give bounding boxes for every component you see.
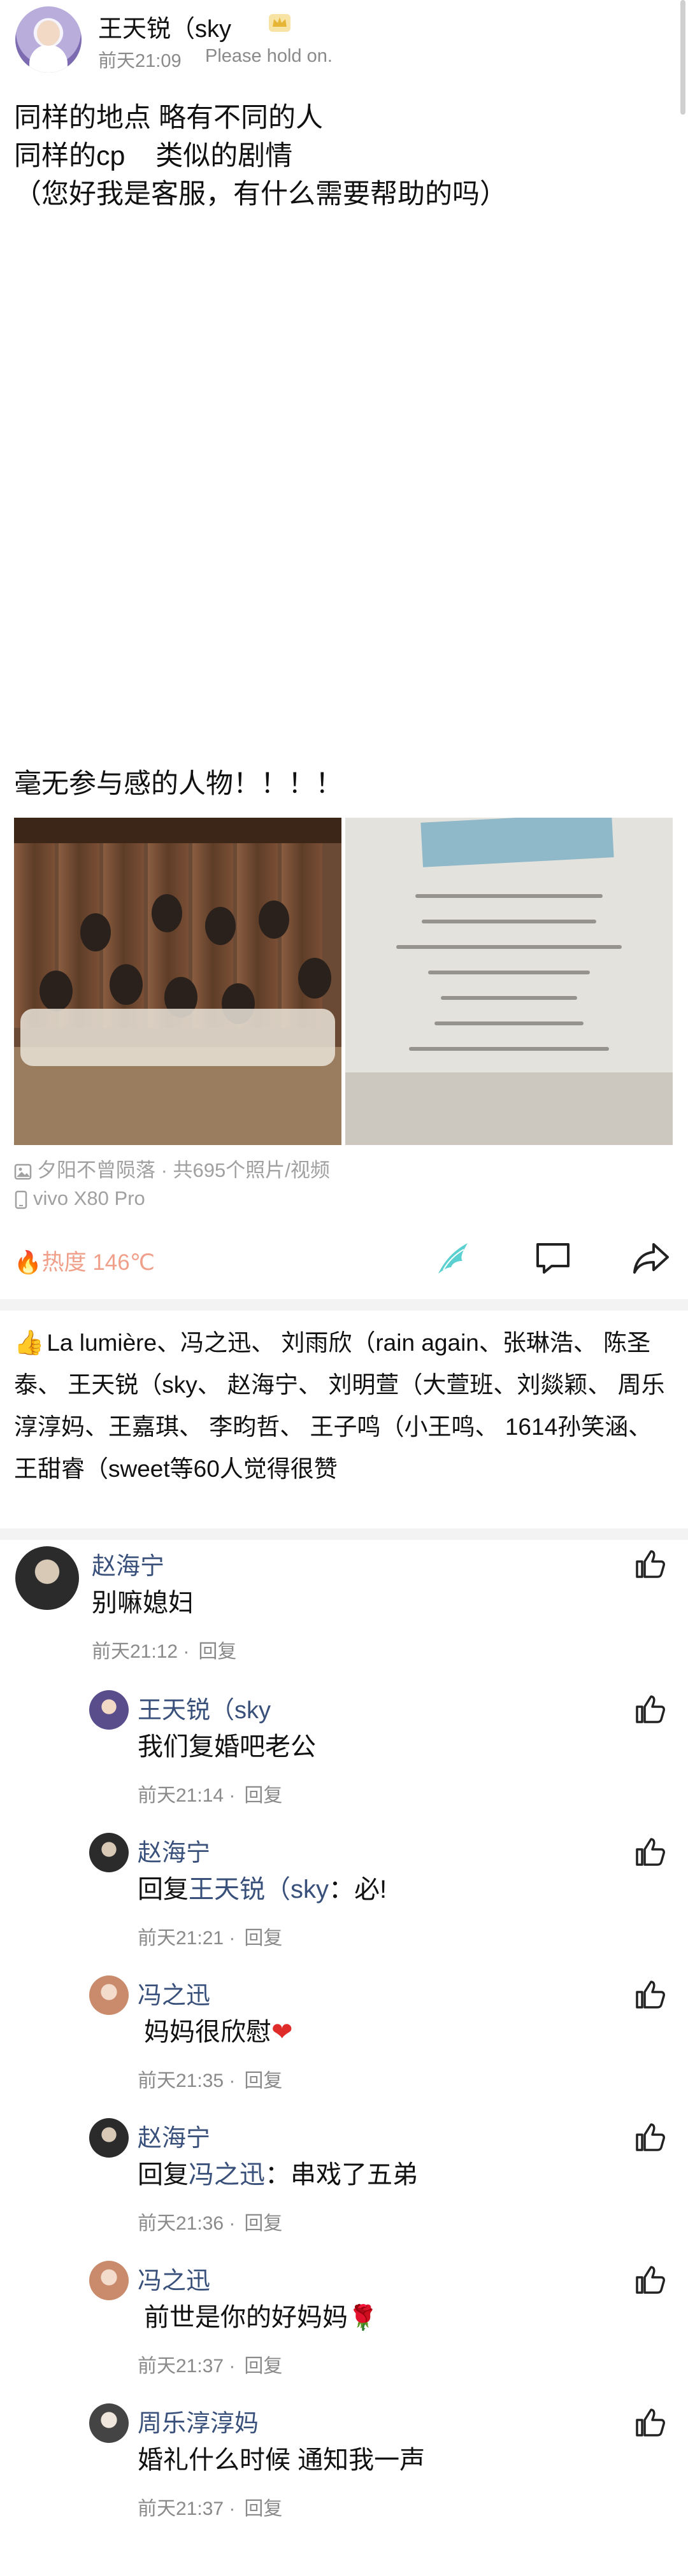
image-icon	[14, 1163, 32, 1180]
comment-body: 前世是你的好妈妈	[144, 2303, 348, 2331]
author-avatar[interactable]	[15, 6, 82, 73]
commenter-name[interactable]: 冯之迅	[138, 2261, 210, 2296]
post-photo-paper[interactable]	[345, 818, 673, 1145]
comment-text: 回复冯之迅：串戏了五弟	[138, 2154, 418, 2191]
comment-reply-item: 王天锐（sky 我们复婚吧老公 前天21:14 · 回复	[89, 1690, 678, 1811]
comment-text: 妈妈很欣慰❤	[144, 2011, 293, 2048]
like-icon[interactable]	[633, 1693, 666, 1726]
comment-body: 妈妈很欣慰	[144, 2018, 271, 2046]
reply-button[interactable]: 回复	[244, 2498, 282, 2519]
heat-text: 热度 146℃	[41, 1250, 155, 1275]
reply-body: ：必!	[329, 1875, 387, 1904]
scrollbar[interactable]	[680, 0, 685, 115]
comment-meta: 前天21:36 · 回复	[138, 2213, 283, 2234]
wing-like-icon[interactable]	[434, 1238, 475, 1279]
comment-meta: 前天21:35 · 回复	[138, 2070, 283, 2091]
commenter-avatar[interactable]	[89, 2118, 129, 2158]
post-text-line: （您好我是客服，有什么需要帮助的吗）	[14, 179, 507, 210]
reply-button[interactable]: 回复	[244, 1785, 282, 1806]
commenter-avatar[interactable]	[89, 2403, 129, 2443]
likes-text: La lumière、冯之迅、 刘雨欣（rain again、张琳浩、 陈圣泰、…	[14, 1330, 665, 1482]
section-divider	[0, 1299, 688, 1311]
post-header: 王天锐（sky 前天21:09 Please hold on.	[0, 0, 688, 83]
like-icon[interactable]	[633, 2263, 666, 2296]
comment-time: 前天21:14	[138, 1785, 224, 1806]
comment-meta: 前天21:37 · 回复	[138, 2498, 283, 2519]
post-text-line: 毫无参与感的人物！！！！	[14, 769, 343, 799]
comment-reply-item: 赵海宁 回复冯之迅：串戏了五弟 前天21:36 · 回复	[89, 2118, 678, 2239]
reply-button[interactable]: 回复	[244, 2356, 282, 2377]
comment-time: 前天21:12	[92, 1641, 178, 1662]
comment-time: 前天21:21	[138, 1928, 224, 1949]
thumbs-up-icon: 👍	[14, 1330, 45, 1356]
heart-emoji-icon: ❤	[271, 2018, 293, 2046]
commenter-avatar[interactable]	[89, 1975, 129, 2015]
comment-meta: 前天21:21 · 回复	[138, 1928, 283, 1949]
like-icon[interactable]	[633, 2121, 666, 2154]
like-icon[interactable]	[633, 2406, 666, 2439]
post-text-line: 同样的地点 略有不同的人	[14, 103, 323, 133]
device-info: vivo X80 Pro	[14, 1187, 145, 1210]
share-icon[interactable]	[631, 1238, 671, 1279]
post-text-line: 同样的cp 类似的剧情	[14, 141, 293, 171]
post-photo-group[interactable]	[14, 818, 341, 1145]
reply-button[interactable]: 回复	[198, 1641, 236, 1662]
crown-badge-icon	[269, 14, 290, 32]
author-tagline: Please hold on.	[205, 46, 333, 66]
comment-text: 别嘛媳妇	[92, 1589, 194, 1617]
mention-link[interactable]: 王天锐（sky	[189, 1875, 329, 1904]
comment-time: 前天21:35	[138, 2070, 224, 2091]
reply-body: ：串戏了五弟	[265, 2161, 418, 2189]
rose-emoji-icon: 🌹	[348, 2305, 378, 2331]
reply-button[interactable]: 回复	[244, 2070, 282, 2091]
commenter-name[interactable]: 冯之迅	[138, 1975, 210, 2010]
author-name[interactable]: 王天锐（sky	[98, 9, 231, 44]
commenter-name[interactable]: 赵海宁	[138, 2118, 210, 2153]
comment-text: 婚礼什么时候 通知我一声	[138, 2446, 426, 2474]
comment-reply-item: 赵海宁 回复王天锐（sky：必! 前天21:21 · 回复	[89, 1833, 678, 1954]
comment-reply-item: 周乐淳淳妈 婚礼什么时候 通知我一声 前天21:37 · 回复	[89, 2403, 678, 2524]
comment-text: 我们复婚吧老公	[138, 1733, 316, 1761]
commenter-avatar[interactable]	[15, 1546, 79, 1610]
section-divider	[0, 1528, 688, 1540]
like-icon[interactable]	[633, 1835, 666, 1868]
comment-text: 回复王天锐（sky：必!	[138, 1868, 387, 1905]
comment-time: 前天21:37	[138, 2498, 224, 2519]
comment-meta: 前天21:14 · 回复	[138, 1785, 283, 1806]
likes-list[interactable]: 👍 La lumière、冯之迅、 刘雨欣（rain again、张琳浩、 陈圣泰…	[14, 1322, 677, 1490]
comment-time: 前天21:36	[138, 2213, 224, 2234]
flame-icon: 🔥	[14, 1250, 42, 1275]
comment-reply-item: 冯之迅 妈妈很欣慰❤ 前天21:35 · 回复	[89, 1975, 678, 2096]
commenter-name[interactable]: 赵海宁	[92, 1546, 164, 1581]
reply-button[interactable]: 回复	[244, 2213, 282, 2234]
comment-meta: 前天21:37 · 回复	[138, 2356, 283, 2377]
reply-button[interactable]: 回复	[244, 1928, 282, 1949]
commenter-avatar[interactable]	[89, 1690, 129, 1730]
comment-icon[interactable]	[533, 1238, 573, 1279]
album-text: 夕阳不曾陨落 · 共695个照片/视频	[37, 1159, 330, 1181]
phone-icon	[15, 1190, 27, 1209]
like-icon[interactable]	[633, 1978, 666, 2011]
device-text: vivo X80 Pro	[33, 1187, 145, 1209]
commenter-name[interactable]: 王天锐（sky	[138, 1690, 271, 1725]
commenter-avatar[interactable]	[89, 2261, 129, 2300]
album-info[interactable]: 夕阳不曾陨落 · 共695个照片/视频	[14, 1154, 330, 1183]
comment-time: 前天21:37	[138, 2356, 224, 2377]
comment-text: 前世是你的好妈妈🌹	[144, 2296, 378, 2333]
post-time: 前天21:09	[98, 51, 182, 71]
comment-item: 赵海宁 别嘛媳妇 前天21:12 · 回复	[15, 1546, 678, 1674]
reply-prefix: 回复	[138, 2161, 189, 2189]
like-icon[interactable]	[633, 1548, 666, 1581]
comment-reply-item: 冯之迅 前世是你的好妈妈🌹 前天21:37 · 回复	[89, 2261, 678, 2382]
reply-prefix: 回复	[138, 1875, 189, 1904]
commenter-avatar[interactable]	[89, 1833, 129, 1872]
comment-meta: 前天21:12 · 回复	[92, 1641, 237, 1662]
heat-indicator: 🔥热度 146℃	[14, 1244, 155, 1277]
mention-link[interactable]: 冯之迅	[189, 2161, 265, 2189]
commenter-name[interactable]: 赵海宁	[138, 1833, 210, 1868]
commenter-name[interactable]: 周乐淳淳妈	[138, 2403, 259, 2438]
